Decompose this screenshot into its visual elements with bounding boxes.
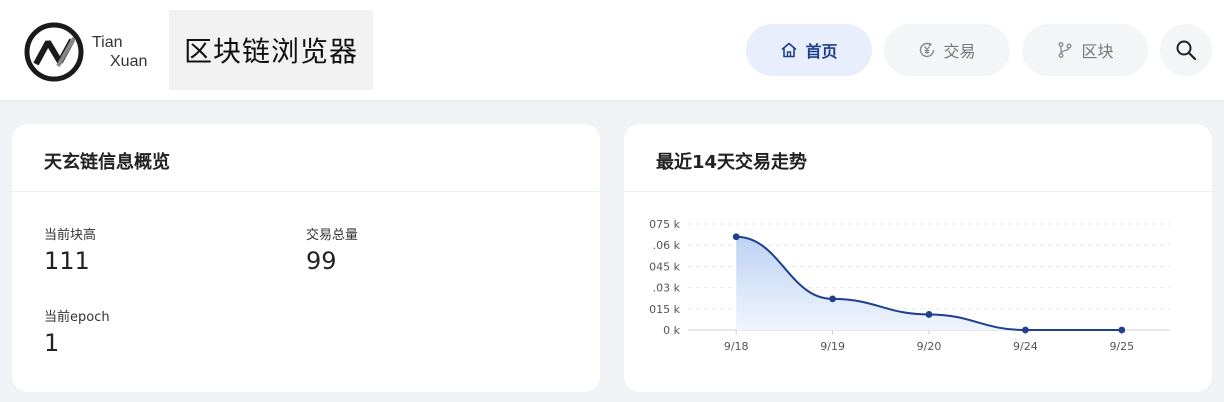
y-tick-label: 075 k	[649, 218, 680, 231]
stat-current-epoch-label: 当前epoch	[44, 310, 110, 325]
stat-block-height: 当前块高 111	[44, 224, 96, 275]
x-tick-label: 9/19	[820, 340, 845, 353]
stat-current-epoch-value: 1	[44, 329, 60, 357]
overview-card-title: 天玄链信息概览	[44, 152, 170, 173]
site-title: 区块链浏览器	[183, 35, 358, 68]
nav-blocks-label: 区块	[1081, 42, 1114, 61]
data-point	[732, 233, 740, 241]
stat-total-transactions-label: 交易总量	[306, 228, 359, 243]
y-tick-label: .06 k	[653, 239, 681, 252]
data-point	[829, 295, 836, 303]
y-tick-label: 015 k	[649, 303, 680, 316]
stat-total-transactions: 交易总量 99	[306, 224, 358, 275]
trend-card: 最近14天交易走势 0 k 015 k .03 k 045 k .06 k 075 k 9/…	[624, 124, 1212, 392]
x-tick-label: 9/24	[1013, 340, 1038, 353]
nav-home-button[interactable]: 首页	[746, 24, 872, 76]
x-tick-label: 9/20	[917, 340, 942, 353]
x-tick-label: 9/25	[1109, 340, 1134, 353]
transaction-trend-chart: 0 k 015 k .03 k 045 k .06 k 075 k 9/18 9/19 9/20…	[624, 192, 1212, 392]
branch-icon	[1059, 42, 1072, 58]
y-tick-label: .03 k	[653, 282, 681, 295]
x-tick-label: 9/18	[724, 340, 749, 353]
logo-text-line2: Xuan	[110, 53, 148, 70]
trend-chart-svg: 0 k 015 k .03 k 045 k .06 k 075 k 9/18 9/19 9/20…	[649, 218, 1170, 353]
y-tick-label: 045 k	[649, 260, 680, 273]
nav-transactions-label: 交易	[943, 42, 976, 61]
y-tick-label: 0 k	[663, 324, 680, 337]
nav-blocks-button[interactable]: 区块	[1022, 24, 1148, 76]
nav-transactions-button[interactable]: 交易	[884, 24, 1010, 76]
stat-current-epoch: 当前epoch 1	[44, 306, 110, 357]
search-button[interactable]	[1160, 24, 1212, 76]
stat-block-height-label: 当前块高	[44, 228, 97, 243]
data-point	[925, 311, 933, 318]
data-point	[1118, 326, 1126, 334]
stat-block-height-value: 111	[44, 247, 90, 275]
stat-total-transactions-value: 99	[306, 247, 337, 275]
trend-card-title: 最近14天交易走势	[656, 152, 808, 173]
overview-card-divider	[12, 191, 600, 192]
home-icon	[781, 42, 798, 58]
tianxuan-logo-icon[interactable]	[22, 20, 86, 84]
search-icon	[1176, 40, 1197, 61]
logo-text: Tian Xuan	[92, 33, 147, 71]
site-title-box: 区块链浏览器	[169, 10, 373, 90]
overview-card: 天玄链信息概览 当前块高 111 交易总量 99 当前epoch 1	[12, 124, 600, 392]
nav-home-label: 首页	[805, 42, 838, 61]
logo-text-line1: Tian	[92, 34, 123, 51]
yen-coin-icon	[920, 42, 935, 58]
data-point	[1022, 326, 1029, 334]
top-header: Tian Xuan 区块链浏览器 首页 交易 区块	[0, 0, 1224, 100]
